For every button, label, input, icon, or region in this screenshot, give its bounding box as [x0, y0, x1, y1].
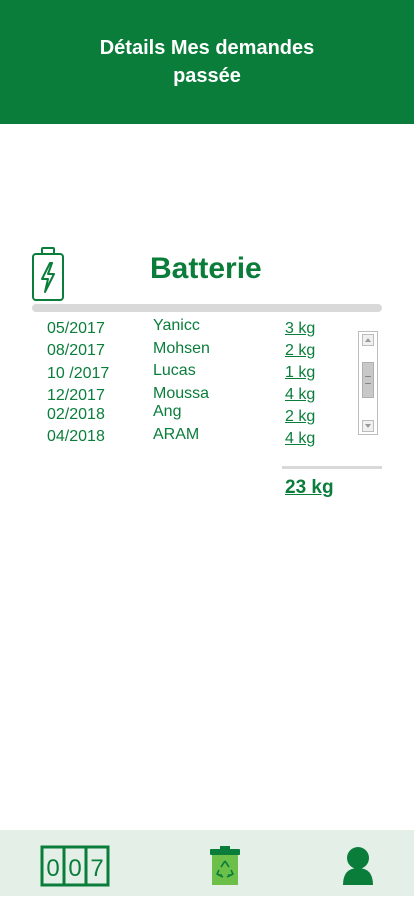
counter-digit: 0: [68, 855, 81, 882]
item-name: ARAM: [153, 426, 200, 443]
item-name: Lucas: [153, 362, 196, 379]
list-item: 12/2017 Moussa 4 kg: [0, 384, 414, 406]
item-weight[interactable]: 1 kg: [285, 364, 315, 382]
total-divider: [282, 466, 382, 469]
counter-icon: 0 0 7: [40, 845, 110, 887]
nav-profile-button[interactable]: [338, 830, 378, 896]
nav-counter-button[interactable]: 0 0 7: [40, 830, 110, 896]
item-name: Mohsen: [153, 340, 210, 357]
item-date: 05/2017: [47, 320, 105, 337]
grip-icon: [365, 376, 371, 384]
section-divider: [32, 304, 382, 312]
item-weight[interactable]: 4 kg: [285, 430, 315, 448]
list-item: 10 /2017 Lucas 1 kg: [0, 362, 414, 384]
counter-digit: 7: [90, 855, 103, 882]
user-icon: [343, 847, 373, 885]
recycle-bin-icon: [210, 846, 240, 885]
item-date: 02/2018: [47, 406, 105, 423]
item-date: 10 /2017: [47, 365, 110, 382]
counter-digit: 0: [46, 855, 59, 882]
item-weight[interactable]: 4 kg: [285, 386, 315, 404]
scroll-thumb[interactable]: [362, 362, 374, 398]
bottom-nav: 0 0 7: [0, 830, 414, 896]
item-name: Moussa: [153, 385, 210, 402]
item-name: Yanicc: [153, 317, 200, 334]
total-weight: 23 kg: [285, 477, 334, 498]
app-header: Détails Mes demandes passée: [0, 0, 414, 124]
item-weight[interactable]: 2 kg: [285, 342, 315, 360]
list-item: 08/2017 Mohsen 2 kg: [0, 340, 414, 362]
scroll-down-arrow-icon[interactable]: [362, 420, 374, 432]
nav-recycle-button[interactable]: [205, 830, 245, 896]
list-scrollbar[interactable]: [358, 331, 378, 435]
item-date: 04/2018: [47, 428, 105, 445]
battery-charging-icon: [31, 246, 65, 302]
section-title: Batterie: [150, 252, 262, 285]
item-weight[interactable]: 3 kg: [285, 320, 315, 338]
item-weight[interactable]: 2 kg: [285, 408, 315, 426]
list-item: 04/2018 ARAM 4 kg: [0, 426, 414, 448]
page-title: Détails Mes demandes passée: [99, 37, 315, 87]
item-date: 08/2017: [47, 342, 105, 359]
item-name: Ang: [153, 403, 182, 420]
list-item: 05/2017 Yanicc 3 kg: [0, 317, 414, 340]
list-item: 02/2018 Ang 2 kg: [0, 403, 414, 426]
scroll-up-arrow-icon[interactable]: [362, 334, 374, 346]
item-date: 12/2017: [47, 387, 105, 404]
